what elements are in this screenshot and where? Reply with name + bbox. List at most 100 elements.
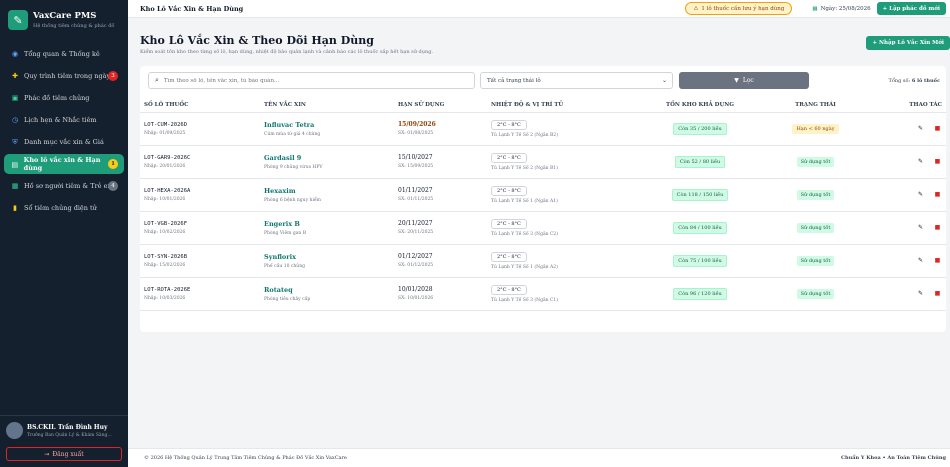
lot-code: LOT-CUM-2026D xyxy=(144,121,188,128)
sidebar-item-label: Sổ tiêm chủng điện tử xyxy=(24,204,97,212)
syringe-logo-icon: ✎ xyxy=(8,10,28,30)
temperature-badge: 2°C - 8°C xyxy=(491,284,527,295)
table-row[interactable]: LOT-HEXA-2026A Nhập: 10/01/2026 Hexaxim Ph… xyxy=(140,178,946,212)
stock-badge: Còn 35 / 200 liều xyxy=(673,122,727,135)
calendar-icon: ▦ xyxy=(812,5,818,12)
lot-code: LOT-SYN-2026B xyxy=(144,253,188,260)
vaccine-name[interactable]: Gardasil 9 xyxy=(264,154,390,162)
sidebar-item-label: Lịch hẹn & Nhắc tiêm xyxy=(24,116,97,124)
edit-icon[interactable]: ✎ xyxy=(916,190,925,199)
sidebar-item-daily-process[interactable]: ✚ Quy trình tiêm trong ngày 3 xyxy=(4,66,124,86)
avatar xyxy=(6,422,23,439)
search-input[interactable] xyxy=(163,77,454,84)
sidebar-item-ebook[interactable]: ▮ Sổ tiêm chủng điện tử xyxy=(4,198,124,218)
column-header: TỒN KHO KHẢ DỤNG xyxy=(635,98,765,113)
table-row[interactable]: LOT-ROTA-2026E Nhập: 10/03/2026 Rotateq Ph… xyxy=(140,277,946,311)
trash-icon[interactable]: ■ xyxy=(933,256,942,265)
brand: ✎ VaxCare PMS Hệ thống tiêm chủng & phác… xyxy=(0,0,128,38)
stock-badge: Còn 96 / 120 liều xyxy=(673,287,727,300)
footer-tagline: Chuẩn Y Khoa • An Toàn Tiêm Chủng xyxy=(841,455,946,461)
filter-icon: ▼ xyxy=(734,77,739,84)
sidebar-item-catalog[interactable]: ⛨ Danh mục vắc xin & Giá xyxy=(4,132,124,152)
filter-button[interactable]: ▼ Lọc xyxy=(679,72,809,89)
clock-icon: ◷ xyxy=(11,116,19,124)
logout-button[interactable]: ⇥ Đăng xuất xyxy=(6,447,122,461)
status-badge: Sử dụng tốt xyxy=(796,156,835,167)
protocol-icon: ▣ xyxy=(11,94,19,102)
new-protocol-button[interactable]: + Lập phác đồ mới xyxy=(876,2,946,15)
vaccine-name[interactable]: Engerix B xyxy=(264,220,390,228)
temperature-badge: 2°C - 8°C xyxy=(491,152,527,163)
status-select[interactable]: Tất cả trạng thái lô ⌄ xyxy=(480,72,673,89)
storage-location: Tủ Lạnh Y Tế Số 1 (Ngăn A2) xyxy=(491,264,558,270)
inventory-card: ⌕ Tất cả trạng thái lô ⌄ ▼ Lọc Tổng số: … xyxy=(140,66,946,332)
expiry-date: 15/10/2027 xyxy=(398,154,433,161)
table-row[interactable]: LOT-GAR9-2026C Nhập: 20/01/2026 Gardasil … xyxy=(140,145,946,179)
manufacture-date: SX: 10/01/2026 xyxy=(398,296,434,301)
sidebar-item-profiles[interactable]: ▦ Hồ sơ người tiêm & Trẻ em 4 xyxy=(4,176,124,196)
sidebar-item-dashboard[interactable]: ◉ Tổng quan & Thống kê xyxy=(4,44,124,64)
trash-icon[interactable]: ■ xyxy=(933,289,942,298)
sidebar-item-label: Quy trình tiêm trong ngày xyxy=(24,72,111,80)
table-row[interactable]: LOT-SYN-2026B Nhập: 15/02/2026 Synflorix P… xyxy=(140,244,946,278)
logout-label: Đăng xuất xyxy=(52,450,84,458)
expiry-alert-pill[interactable]: ⚠ 1 lô thuốc cần lưu ý hạn dùng xyxy=(685,2,793,15)
vaccine-name[interactable]: Influvac Tetra xyxy=(264,121,390,129)
storage-location: Tủ Lạnh Y Tế Số 1 (Ngăn A1) xyxy=(491,198,558,204)
edit-icon[interactable]: ✎ xyxy=(916,223,925,232)
lot-code: LOT-HEXA-2026A xyxy=(144,187,191,194)
table-row[interactable]: LOT-CUM-2026D Nhập: 01/09/2025 Influvac T… xyxy=(140,112,946,146)
column-header: HẠN SỬ DỤNG xyxy=(394,98,487,113)
trash-icon[interactable]: ■ xyxy=(933,124,942,133)
edit-icon[interactable]: ✎ xyxy=(916,157,925,166)
stock-badge: Còn 52 / 80 liều xyxy=(674,155,726,168)
status-badge: Hạn < 60 ngày xyxy=(792,123,839,134)
shield-icon: ⛨ xyxy=(12,137,18,146)
expiry-date: 01/12/2027 xyxy=(398,253,433,260)
footer-copyright: © 2026 Hệ Thống Quản Lý Trung Tâm Tiêm C… xyxy=(144,455,347,461)
sidebar-item-label: Kho lô vắc xin & Hạn dùng xyxy=(23,156,101,172)
box-icon: ▤ xyxy=(11,159,19,169)
sidebar-item-label: Hồ sơ người tiêm & Trẻ em xyxy=(24,182,114,190)
expiry-date: 10/01/2028 xyxy=(398,286,433,293)
vaccine-desc: Phòng tiêu chảy cấp xyxy=(264,296,311,302)
expiry-date: 20/11/2027 xyxy=(398,220,433,227)
trash-icon[interactable]: ■ xyxy=(933,190,942,199)
user-name: BS.CKII. Trần Đình Huy xyxy=(27,423,108,431)
vaccine-name[interactable]: Synflorix xyxy=(264,253,390,261)
search-icon: ⌕ xyxy=(155,76,159,84)
vaccine-name[interactable]: Hexaxim xyxy=(264,187,390,195)
column-header: SỐ LÔ THUỐC xyxy=(140,98,260,113)
status-select-value: Tất cả trạng thái lô xyxy=(487,77,541,84)
import-date: Nhập: 01/09/2025 xyxy=(144,130,186,136)
status-badge: Sử dụng tốt xyxy=(796,255,835,266)
edit-icon[interactable]: ✎ xyxy=(916,124,925,133)
import-date: Nhập: 20/01/2026 xyxy=(144,163,186,169)
sidebar-item-appointments[interactable]: ◷ Lịch hẹn & Nhắc tiêm xyxy=(4,110,124,130)
sidebar-item-protocol[interactable]: ▣ Phác đồ tiêm chủng xyxy=(4,88,124,108)
edit-icon[interactable]: ✎ xyxy=(916,256,925,265)
status-badge: Sử dụng tốt xyxy=(796,288,835,299)
sidebar-item-inventory[interactable]: ▤ Kho lô vắc xin & Hạn dùng 1 xyxy=(4,154,124,174)
import-date: Nhập: 10/02/2026 xyxy=(144,229,186,235)
lot-code: LOT-VGB-2026F xyxy=(144,220,188,227)
manufacture-date: SX: 01/12/2025 xyxy=(398,263,434,268)
manufacture-date: SX: 01/11/2025 xyxy=(398,197,434,202)
user-panel: BS.CKII. Trần Đình Huy Trưởng Ban Quản L… xyxy=(0,415,128,467)
sidebar-item-label: Phác đồ tiêm chủng xyxy=(24,94,90,102)
edit-icon[interactable]: ✎ xyxy=(916,289,925,298)
search-box: ⌕ xyxy=(148,72,475,89)
vaccine-desc: Phòng Viêm gan B xyxy=(264,230,307,236)
expiry-date: 01/11/2027 xyxy=(398,187,433,194)
alert-text: 1 lô thuốc cần lưu ý hạn dùng xyxy=(701,5,785,12)
vaccine-desc: Phòng 9 chủng virus HPV xyxy=(264,164,323,170)
footer: © 2026 Hệ Thống Quản Lý Trung Tâm Tiêm C… xyxy=(128,448,950,467)
trash-icon[interactable]: ■ xyxy=(933,223,942,232)
vaccine-name[interactable]: Rotateq xyxy=(264,286,390,294)
table-row[interactable]: LOT-VGB-2026F Nhập: 10/02/2026 Engerix B P… xyxy=(140,211,946,245)
trash-icon[interactable]: ■ xyxy=(933,157,942,166)
temperature-badge: 2°C - 8°C xyxy=(491,119,527,130)
import-lot-button[interactable]: + Nhập Lô Vắc Xin Mới xyxy=(866,36,950,50)
vaccine-desc: Phòng 6 bệnh nguy hiểm xyxy=(264,197,321,203)
brand-subtitle: Hệ thống tiêm chủng & phác đồ xyxy=(33,23,115,29)
